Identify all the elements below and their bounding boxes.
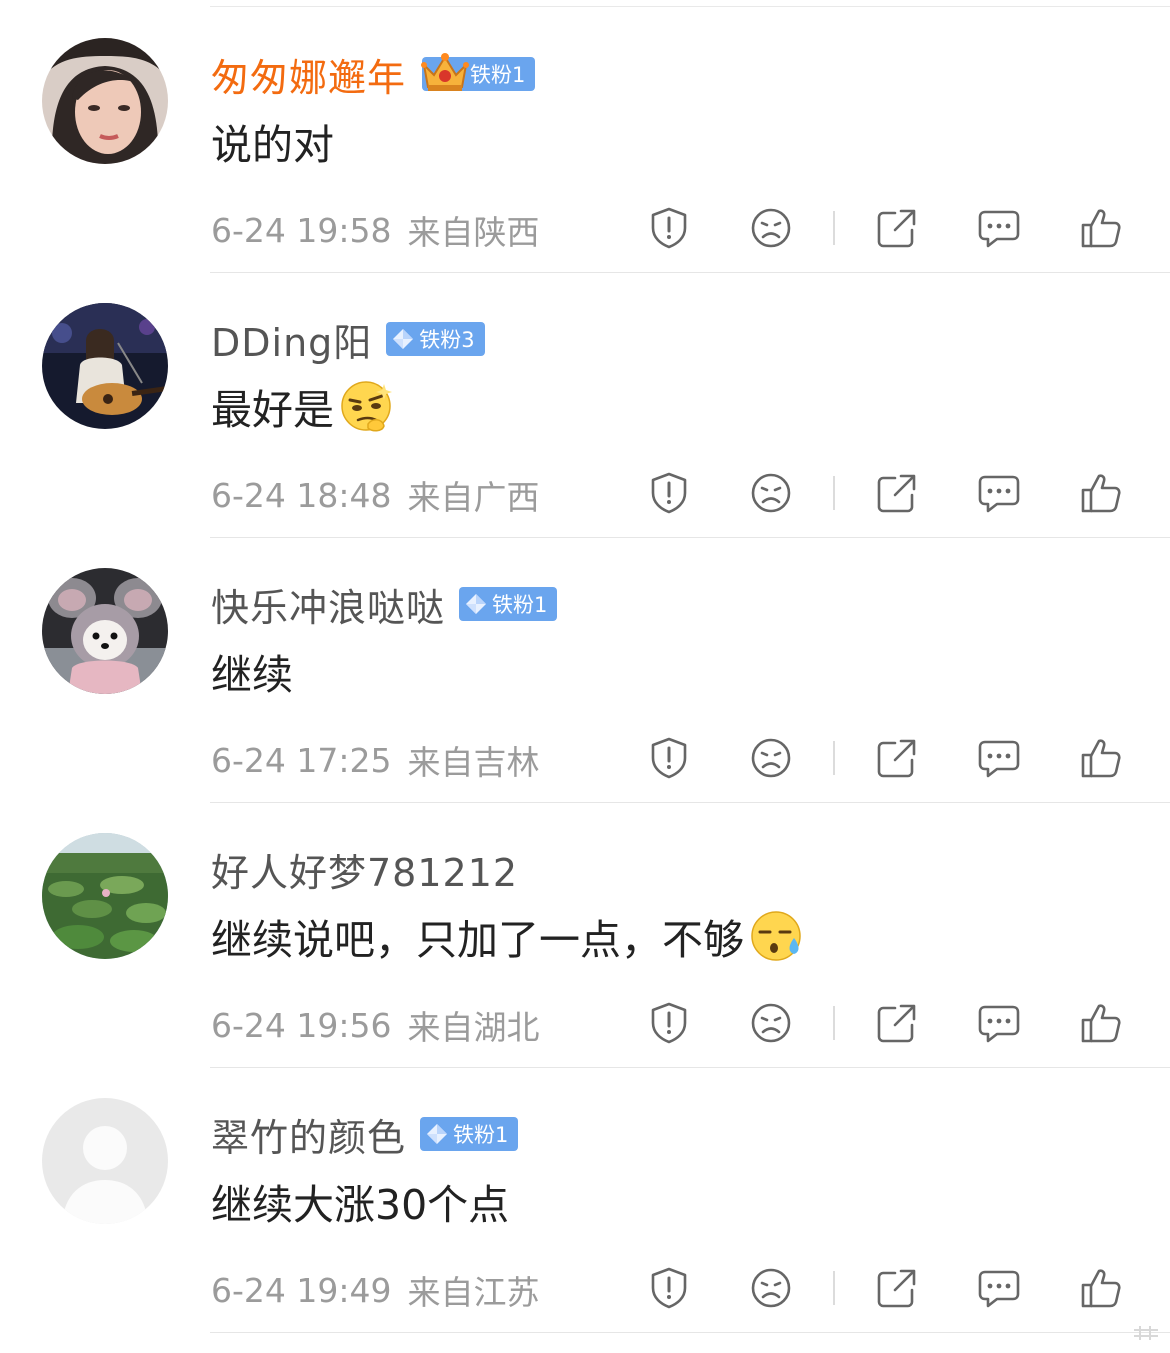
report-icon[interactable] <box>647 206 691 250</box>
badge-label: 铁粉1 <box>453 1123 509 1147</box>
badge-label: 铁粉1 <box>470 63 526 87</box>
action-separator <box>833 476 835 510</box>
comment-text-content: 继续 <box>211 651 293 699</box>
comment-item: 快乐冲浪哒哒 铁粉1 继续 6-24 17:25 来自吉林 <box>0 538 1170 803</box>
share-icon[interactable] <box>875 471 919 515</box>
fan-badge[interactable]: 铁粉1 <box>459 587 558 621</box>
comment-text-content: 继续大涨30个点 <box>211 1181 510 1229</box>
location: 来自湖北 <box>407 1008 540 1047</box>
dislike-icon[interactable] <box>749 1001 793 1045</box>
share-icon[interactable] <box>875 206 919 250</box>
like-icon[interactable] <box>1079 471 1123 515</box>
avatar[interactable] <box>42 568 168 694</box>
report-icon[interactable] <box>647 1266 691 1310</box>
location: 来自吉林 <box>407 743 540 782</box>
top-divider <box>210 6 1170 7</box>
crown-icon <box>421 53 470 91</box>
comment-item: 匆匆娜邂年 铁粉1 说的对 6-24 19:58 来自陕西 <box>0 8 1170 273</box>
timestamp: 6-24 19:49 <box>211 1270 392 1310</box>
location: 来自广西 <box>407 478 540 517</box>
name-row: 翠竹的颜色 铁粉1 <box>211 1107 519 1162</box>
username[interactable]: DDing阳 <box>211 312 372 367</box>
username[interactable]: 好人好梦781212 <box>211 842 518 897</box>
timestamp: 6-24 17:25 <box>211 740 392 780</box>
name-row: DDing阳 铁粉3 <box>211 313 485 365</box>
reply-icon[interactable] <box>977 471 1021 515</box>
report-icon[interactable] <box>647 1001 691 1045</box>
comment-text-content: 说的对 <box>211 121 334 169</box>
diamond-icon <box>393 329 414 349</box>
comment-meta: 6-24 17:25 来自吉林 <box>211 733 540 787</box>
like-icon[interactable] <box>1079 1266 1123 1310</box>
diamond-icon <box>427 1124 448 1144</box>
comment-meta: 6-24 19:49 来自江苏 <box>211 1263 540 1317</box>
name-row: 匆匆娜邂年 铁粉1 <box>211 47 536 102</box>
username[interactable]: 匆匆娜邂年 <box>211 47 406 102</box>
avatar[interactable] <box>42 303 168 429</box>
share-icon[interactable] <box>875 1266 919 1310</box>
comment-text: 继续 <box>211 641 293 701</box>
reply-icon[interactable] <box>977 1001 1021 1045</box>
avatar[interactable] <box>42 833 168 959</box>
timestamp: 6-24 18:48 <box>211 475 392 515</box>
reply-icon[interactable] <box>977 736 1021 780</box>
fan-badge[interactable]: 铁粉1 <box>420 1117 519 1151</box>
comment-item: 好人好梦781212 继续说吧，只加了一点，不够 6-24 19:56 来自湖北 <box>0 803 1170 1068</box>
diamond-icon <box>466 594 487 614</box>
comment-text-content: 继续说吧，只加了一点，不够 <box>211 916 744 964</box>
fan-badge[interactable]: 铁粉3 <box>386 322 485 356</box>
username[interactable]: 翠竹的颜色 <box>211 1107 406 1162</box>
comment-meta: 6-24 18:48 来自广西 <box>211 468 540 522</box>
comment-text: 说的对 <box>211 111 334 171</box>
avatar[interactable] <box>42 1098 168 1224</box>
badge-label: 铁粉1 <box>492 593 548 617</box>
comment-item: 翠竹的颜色 铁粉1 继续大涨30个点 6-24 19:49 来自江苏 <box>0 1068 1170 1333</box>
dislike-icon[interactable] <box>749 736 793 780</box>
report-icon[interactable] <box>647 736 691 780</box>
dislike-icon[interactable] <box>749 1266 793 1310</box>
action-separator <box>833 741 835 775</box>
reply-icon[interactable] <box>977 1266 1021 1310</box>
comment-text: 继续大涨30个点 <box>211 1171 509 1231</box>
comment-item: DDing阳 铁粉3 最好是 6-24 18:48 来自广西 <box>0 273 1170 538</box>
comment-divider <box>210 1332 1170 1333</box>
dislike-icon[interactable] <box>749 471 793 515</box>
like-icon[interactable] <box>1079 736 1123 780</box>
comment-meta: 6-24 19:58 来自陕西 <box>211 203 540 257</box>
fan-badge[interactable]: 铁粉1 <box>421 53 536 91</box>
username[interactable]: 快乐冲浪哒哒 <box>211 577 445 632</box>
action-separator <box>833 211 835 245</box>
thinking-emoji <box>341 381 392 432</box>
reply-icon[interactable] <box>977 206 1021 250</box>
comment-text-content: 最好是 <box>211 386 334 434</box>
timestamp: 6-24 19:58 <box>211 210 392 250</box>
share-icon[interactable] <box>875 1001 919 1045</box>
location: 来自陕西 <box>407 213 540 252</box>
comment-meta: 6-24 19:56 来自湖北 <box>211 998 540 1052</box>
like-icon[interactable] <box>1079 1001 1123 1045</box>
comment-text: 最好是 <box>211 376 394 436</box>
like-icon[interactable] <box>1079 206 1123 250</box>
share-icon[interactable] <box>875 736 919 780</box>
dislike-icon[interactable] <box>749 206 793 250</box>
avatar[interactable] <box>42 38 168 164</box>
sweat-emoji <box>751 911 801 961</box>
timestamp: 6-24 19:56 <box>211 1005 392 1045</box>
badge-label: 铁粉3 <box>419 328 475 352</box>
action-separator <box>833 1271 835 1305</box>
name-row: 好人好梦781212 <box>211 843 518 895</box>
comment-text: 继续说吧，只加了一点，不够 <box>211 906 804 966</box>
report-icon[interactable] <box>647 471 691 515</box>
name-row: 快乐冲浪哒哒 铁粉1 <box>211 577 558 632</box>
action-separator <box>833 1006 835 1040</box>
location: 来自江苏 <box>407 1273 540 1312</box>
watermark-mark <box>1134 1326 1158 1340</box>
